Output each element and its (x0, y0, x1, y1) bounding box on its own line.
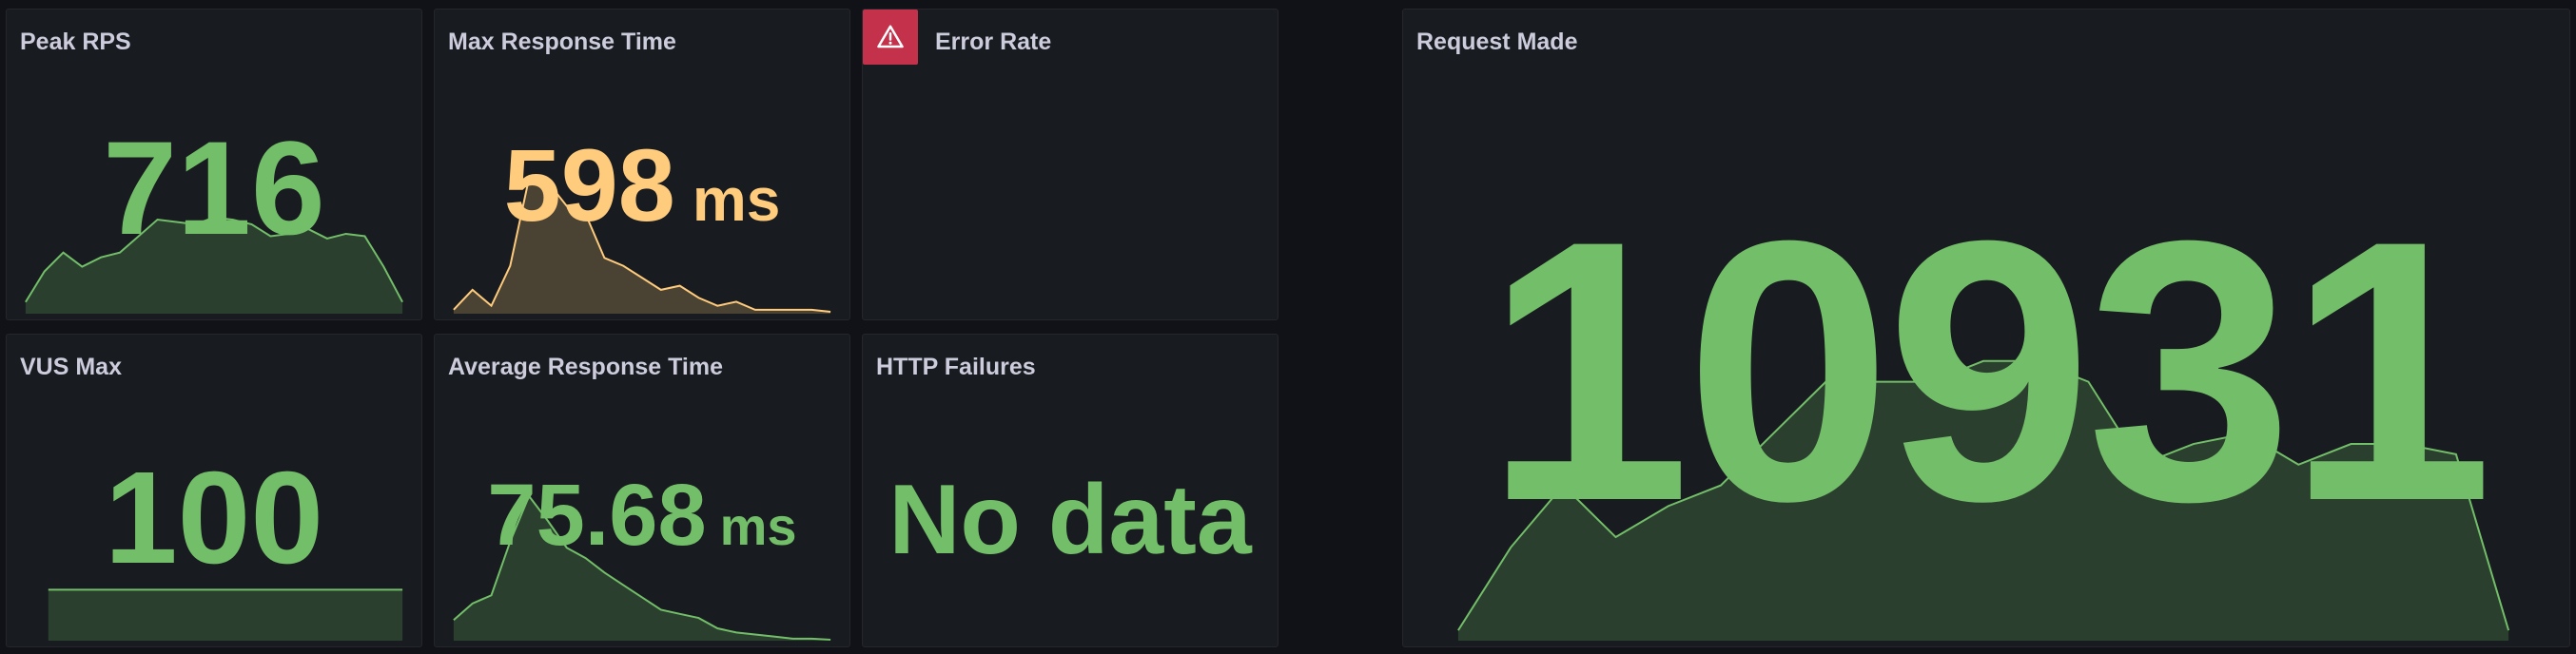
panel-title[interactable]: Error Rate (935, 29, 1051, 56)
vus-max-panel[interactable]: VUS Max 100 (6, 334, 422, 647)
peak-rps-value: 716 (103, 113, 325, 262)
avg-response-value: 75.68 (487, 467, 707, 564)
max-response-value-wrap: 598 ms (435, 133, 849, 269)
request-made-panel[interactable]: Request Made 10931 (1402, 9, 2570, 647)
max-response-value: 598 (503, 127, 675, 242)
max-response-unit: ms (692, 165, 781, 234)
warning-triangle-icon (877, 25, 904, 48)
warning-icon[interactable] (863, 10, 918, 65)
sparkline-area (48, 589, 403, 642)
max-response-time-panel[interactable]: Max Response Time 598 ms (434, 9, 850, 320)
http-failures-value: No data (888, 465, 1252, 575)
panel-title[interactable]: HTTP Failures (876, 354, 1036, 381)
vus-max-value: 100 (104, 445, 324, 591)
http-failures-panel[interactable]: HTTP Failures No data (862, 334, 1278, 647)
avg-response-value-wrap: 75.68 ms (435, 468, 849, 588)
request-made-value: 10931 (1484, 164, 2494, 578)
average-response-time-panel[interactable]: Average Response Time 75.68 ms (434, 334, 850, 647)
error-rate-panel[interactable]: Error Rate (862, 9, 1278, 320)
peak-rps-panel[interactable]: Peak RPS 716 (6, 9, 422, 320)
avg-response-unit: ms (719, 496, 797, 556)
